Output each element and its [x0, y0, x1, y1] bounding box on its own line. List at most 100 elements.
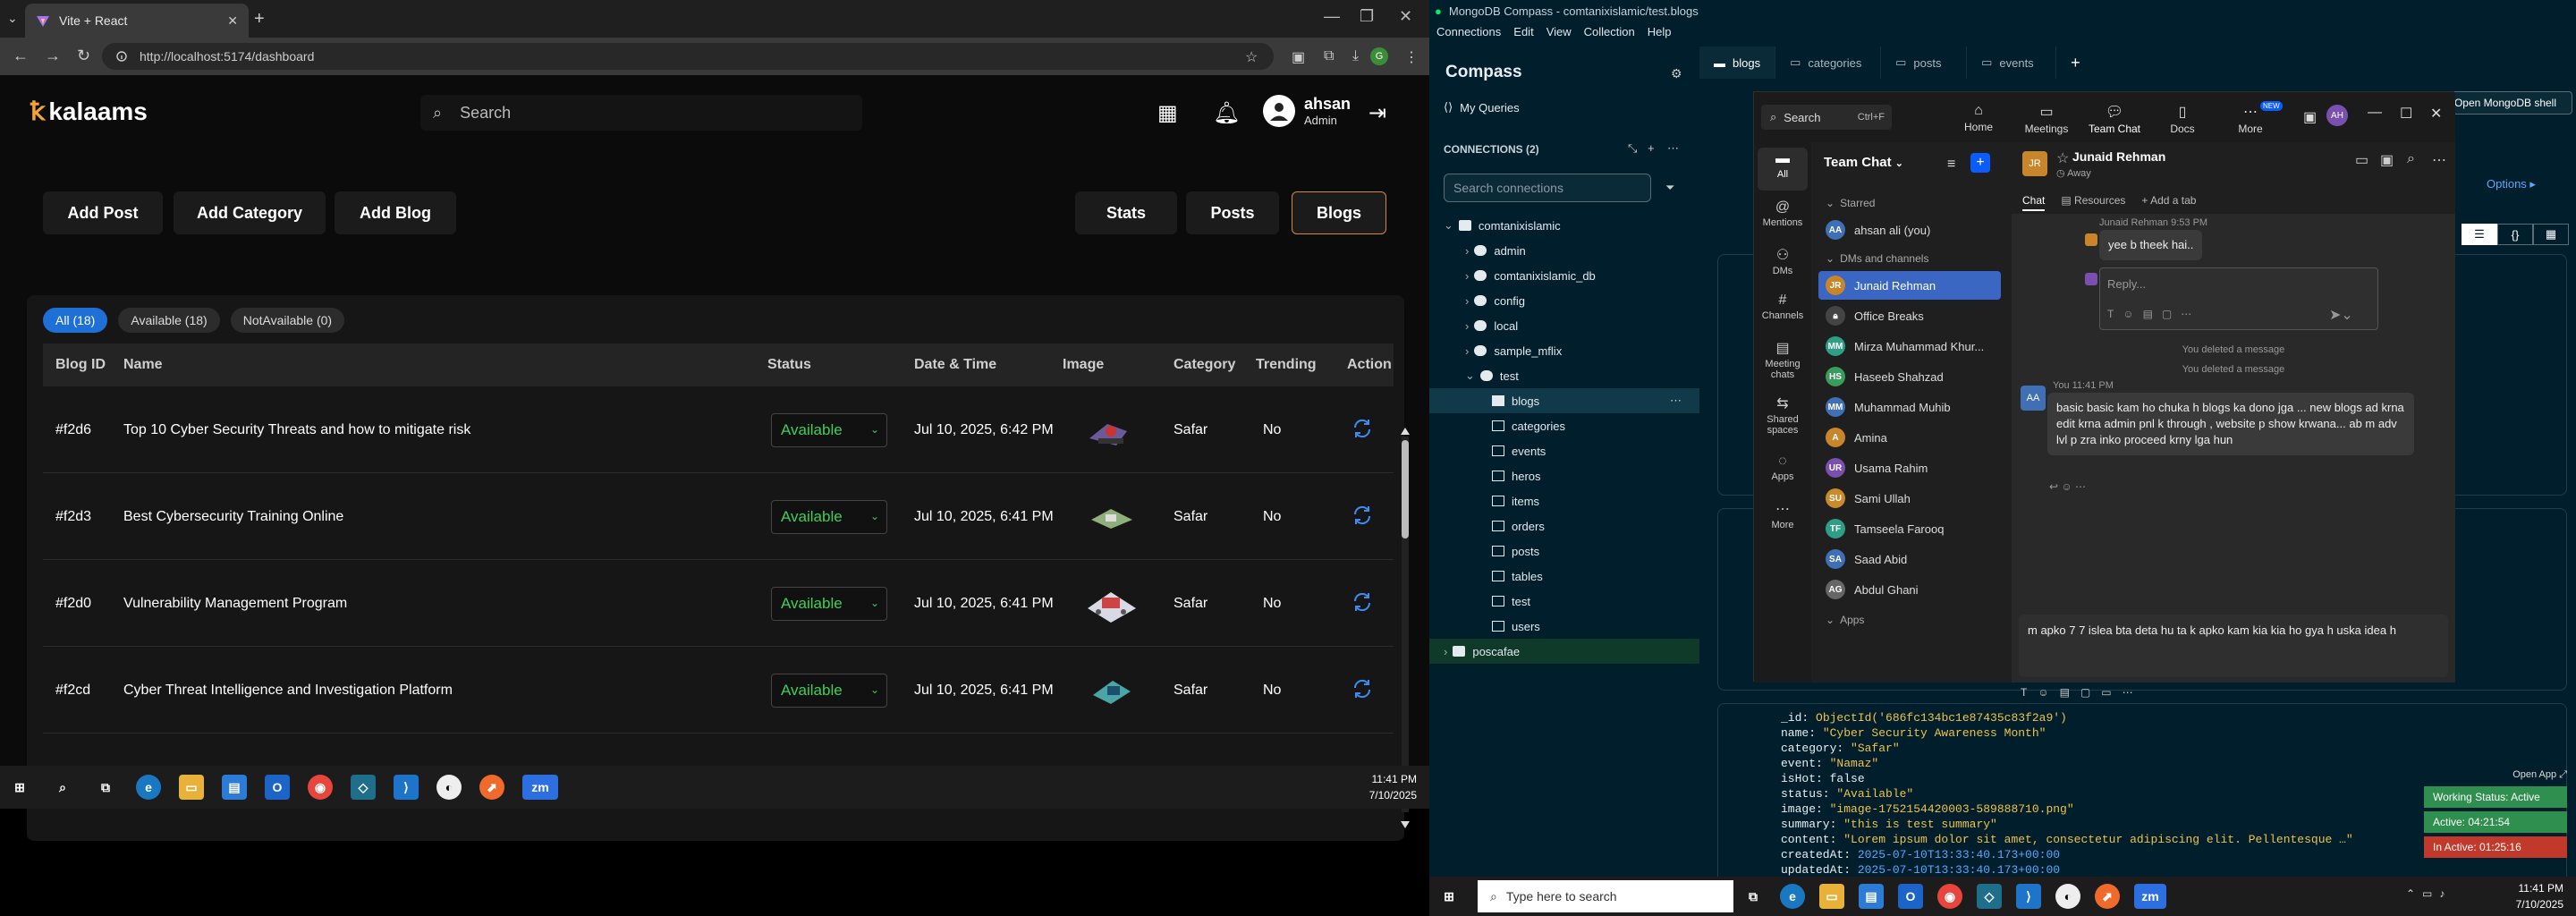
options-button[interactable]: Options ▸ — [2487, 177, 2536, 191]
tree-db[interactable]: › sample_mflix — [1429, 338, 1699, 363]
tree-db[interactable]: ⌄ test — [1429, 363, 1699, 388]
contact-item[interactable]: AA ahsan ali (you) — [1818, 216, 2001, 244]
more-icon[interactable]: ⋯ — [1667, 141, 1679, 156]
outlook-icon[interactable]: O — [265, 775, 290, 800]
nav-docs[interactable]: ▯ Docs — [2155, 103, 2210, 135]
edge-icon[interactable]: e — [136, 775, 161, 800]
vscode-icon[interactable]: ⟩ — [2016, 884, 2041, 909]
site-info-icon[interactable] — [116, 51, 127, 62]
video-call-icon[interactable]: ▭ — [2355, 151, 2368, 169]
postman-icon[interactable]: ⬈ — [479, 775, 504, 800]
downloads-icon[interactable]: ⤓ — [1352, 48, 1368, 64]
filter-icon[interactable]: ⏷ — [1665, 181, 1674, 195]
reaction-icons[interactable]: ↩ ☺ ⋯ — [2049, 480, 2086, 493]
my-queries-link[interactable]: ⟨⟩ My Queries — [1444, 100, 1520, 114]
address-bar[interactable]: http://localhost:5174/dashboard — [102, 43, 1274, 70]
rail-dms[interactable]: ⚇ DMs — [1758, 246, 1808, 276]
menu-view[interactable]: View — [1546, 25, 1572, 38]
search-icon[interactable]: ⌕ — [2407, 151, 2415, 167]
add-blog-button[interactable]: Add Blog — [335, 191, 456, 234]
windows-start-icon[interactable]: ⊞ — [1436, 884, 1462, 909]
starred-header[interactable]: ⌄ Starred — [1818, 192, 2001, 214]
contact-item[interactable]: 🔒︎ Office Breaks — [1818, 301, 2001, 330]
json-view-icon[interactable]: {} — [2497, 224, 2533, 245]
app-icon[interactable]: ◇ — [351, 775, 376, 800]
menu-connections[interactable]: Connections — [1436, 25, 1501, 38]
edge-icon[interactable]: e — [1780, 884, 1805, 909]
reload-icon[interactable]: ↻ — [77, 47, 90, 65]
status-select[interactable]: Available ⌄ — [771, 674, 887, 708]
windows-search-box[interactable]: ⌕ Type here to search — [1478, 880, 1733, 912]
rail-meeting-chats[interactable]: ▤ Meeting chats — [1758, 339, 1808, 380]
outlook-icon[interactable]: O — [1898, 884, 1923, 909]
logout-icon[interactable]: ⇥ — [1368, 100, 1386, 126]
postman-icon[interactable]: ⬈ — [2095, 884, 2120, 909]
chat-contact-name[interactable]: Junaid Rehman — [2072, 149, 2165, 164]
connections-search-input[interactable]: Search connections — [1444, 174, 1651, 202]
user-menu[interactable]: ahsan Admin — [1263, 95, 1351, 127]
tree-collection[interactable]: test — [1429, 589, 1699, 614]
reply-toolbar-icons[interactable]: T☺▤▢⋯ — [2107, 308, 2200, 320]
file-explorer-icon[interactable]: ▭ — [179, 775, 204, 800]
apps-header[interactable]: ⌄ Apps — [1818, 609, 2001, 631]
add-post-button[interactable]: Add Post — [43, 191, 163, 234]
taskbar-search-icon[interactable]: ⌕ — [50, 775, 75, 800]
reply-box[interactable]: Reply... T☺▤▢⋯ ➤⌄ — [2099, 267, 2378, 330]
tab-categories[interactable]: ▭ categories — [1775, 47, 1882, 79]
minimize-icon[interactable]: — — [2368, 105, 2382, 121]
tree-collection[interactable]: items — [1429, 488, 1699, 513]
tab-posts[interactable]: ▭ posts — [1881, 47, 1968, 79]
chrome-icon[interactable]: ◉ — [1937, 884, 1962, 909]
close-window-icon[interactable]: ✕ — [1399, 7, 1412, 26]
tree-connection[interactable]: › poscafae — [1429, 639, 1699, 664]
github-desktop-icon[interactable]: ◐ — [2055, 884, 2080, 909]
refresh-icon[interactable] — [1351, 417, 1374, 440]
new-tab-icon[interactable]: + — [254, 9, 265, 30]
screen-icon[interactable]: ▣ — [2303, 108, 2317, 126]
task-view-icon[interactable]: ⧉ — [1741, 884, 1766, 909]
contact-item[interactable]: AG Abdul Ghani — [1818, 575, 2001, 604]
tree-collection[interactable]: orders — [1429, 513, 1699, 539]
tab-chat[interactable]: Chat — [2022, 194, 2046, 211]
contact-item[interactable]: MM Mirza Muhammad Khur... — [1818, 332, 2001, 360]
puzzle-icon[interactable]: ⧉ — [1324, 48, 1340, 64]
nav-home[interactable]: ⌂ Home — [1951, 103, 2006, 133]
filter-available[interactable]: Available (18) — [118, 308, 220, 333]
menu-help[interactable]: Help — [1648, 25, 1672, 38]
more-icon[interactable]: ⋯ — [2432, 151, 2446, 169]
menu-edit[interactable]: Edit — [1513, 25, 1533, 38]
more-icon[interactable]: ⋯ — [1670, 394, 1682, 408]
team-chat-search[interactable]: ⌕ Search Ctrl+F — [1761, 105, 1892, 130]
status-select[interactable]: Available ⌄ — [771, 500, 887, 534]
tree-db[interactable]: › comtanixislamic_db — [1429, 263, 1699, 288]
add-category-button[interactable]: Add Category — [174, 191, 326, 234]
add-connection-icon[interactable]: + — [1648, 141, 1655, 155]
contact-item[interactable]: JR Junaid Rehman — [1818, 271, 2001, 300]
list-view-icon[interactable]: ☰ — [2462, 224, 2497, 245]
stats-button[interactable]: Stats — [1075, 191, 1177, 234]
nav-meetings[interactable]: ▭ Meetings — [2019, 103, 2074, 135]
filter-not-available[interactable]: NotAvailable (0) — [230, 308, 345, 333]
tree-collection[interactable]: tables — [1429, 564, 1699, 589]
browser-tab[interactable]: Vite + React ✕ — [25, 4, 249, 38]
open-shell-button[interactable]: Open MongoDB shell — [2438, 91, 2572, 114]
filter-icon[interactable]: ≡ — [1947, 157, 1955, 173]
system-tray-icons[interactable]: ⌃▭♪ — [2406, 887, 2452, 900]
open-app-link[interactable]: Open App ⤢ — [2424, 769, 2567, 781]
vscode-icon[interactable]: ⟩ — [394, 775, 419, 800]
maximize-icon[interactable]: ☐ — [2400, 105, 2412, 123]
rail-channels[interactable]: # Channels — [1758, 293, 1808, 321]
file-explorer-icon[interactable]: ▭ — [1819, 884, 1844, 909]
contact-item[interactable]: MM Muhammad Muhib — [1818, 393, 2001, 421]
settings-gear-icon[interactable]: ⚙ — [1671, 66, 1682, 81]
github-desktop-icon[interactable]: ◐ — [436, 775, 462, 800]
rail-all[interactable]: ▬ All — [1758, 148, 1808, 191]
zoom-icon[interactable]: zm — [522, 775, 558, 800]
chat-list-title[interactable]: Team Chat ⌄ — [1824, 155, 1903, 170]
table-view-icon[interactable]: ▦ — [2533, 224, 2569, 245]
tree-db[interactable]: › config — [1429, 288, 1699, 313]
collapse-icon[interactable]: ⤡ — [1628, 141, 1637, 156]
profile-avatar[interactable]: G — [1370, 47, 1388, 65]
zoom-icon[interactable]: zm — [2134, 884, 2166, 909]
store-icon[interactable]: ▤ — [222, 775, 247, 800]
